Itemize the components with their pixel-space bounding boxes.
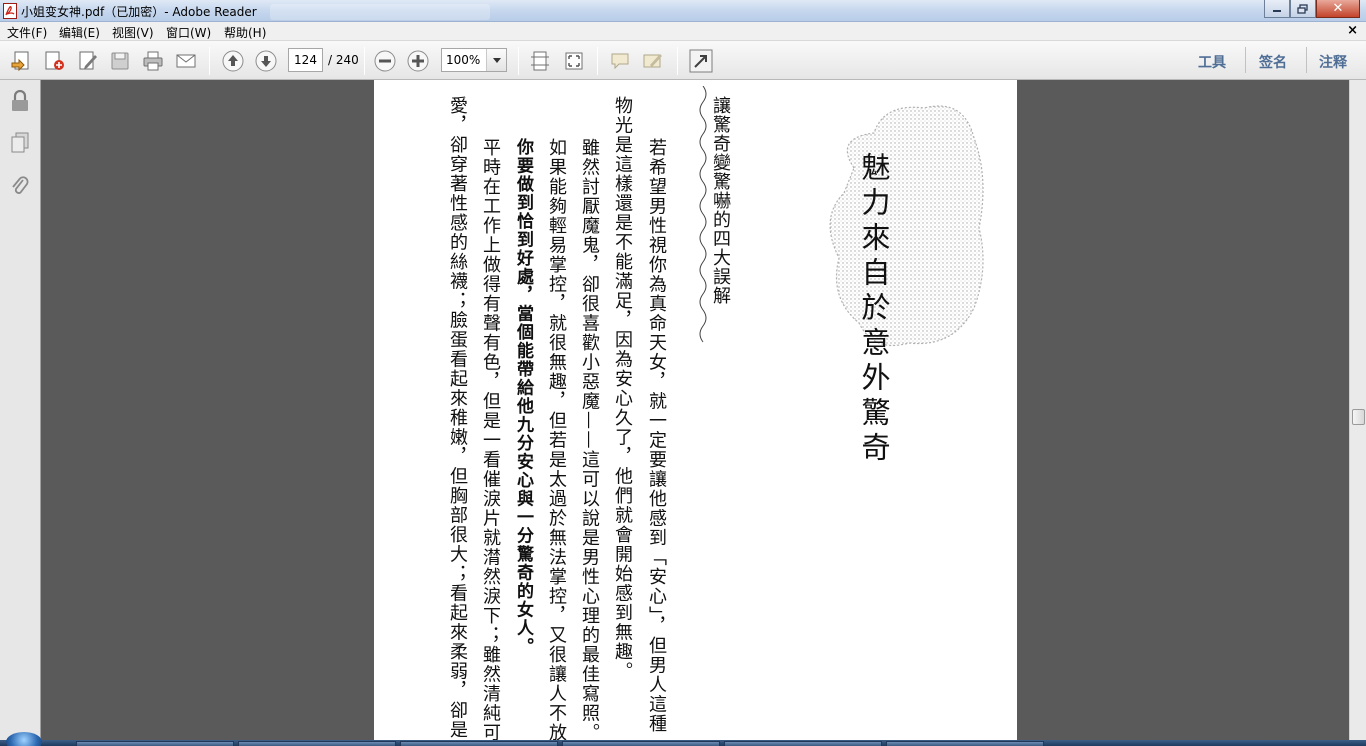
- toolbar-divider: [364, 47, 365, 75]
- edit-pdf-button[interactable]: [76, 49, 100, 73]
- taskbar-item[interactable]: [886, 741, 1044, 746]
- menu-window[interactable]: 窗口(W): [166, 24, 211, 41]
- start-button[interactable]: [6, 732, 42, 746]
- close-window-button[interactable]: ✕: [1316, 0, 1360, 18]
- fit-width-button[interactable]: [562, 49, 586, 73]
- paragraph-line: 雖然討厭魔鬼，卻很喜歡小惡魔——這可以說是男性心理的最佳寫照。: [579, 138, 600, 740]
- sign-tab[interactable]: 签名: [1259, 52, 1287, 72]
- restore-icon: [1297, 3, 1308, 14]
- email-icon: [176, 54, 196, 68]
- menu-help[interactable]: 帮助(H): [224, 24, 266, 41]
- toolbar-divider: [677, 47, 678, 75]
- taskbar-item[interactable]: [724, 741, 882, 746]
- page-number-input[interactable]: 124: [288, 48, 323, 72]
- menu-file[interactable]: 文件(F): [7, 24, 47, 41]
- arrow-down-icon: [255, 50, 277, 72]
- security-button[interactable]: [9, 90, 31, 112]
- comment-tab[interactable]: 注释: [1319, 52, 1347, 72]
- taskbar-item[interactable]: [76, 741, 234, 746]
- minimize-button[interactable]: [1264, 0, 1290, 18]
- fit-page-icon: [531, 51, 549, 71]
- paperclip-icon: [12, 176, 29, 194]
- paragraph-line: 愛，卻穿著性感的絲襪；臉蛋看起來稚嫩，但胸部很大；看起來柔弱，卻是: [447, 96, 468, 740]
- window-title: 小姐变女神.pdf（已加密）- Adobe Reader: [21, 5, 257, 19]
- paragraph-line: 物光是這樣還是不能滿足，因為安心久了，他們就會開始感到無趣。: [612, 96, 633, 681]
- zoom-dropdown-button[interactable]: [486, 49, 506, 71]
- chevron-down-icon: [492, 57, 501, 63]
- zoom-in-button[interactable]: [406, 49, 430, 73]
- fit-page-button[interactable]: [528, 49, 552, 73]
- zoom-value: 100%: [446, 53, 481, 67]
- expand-icon: [689, 49, 713, 73]
- minimize-icon: [1273, 9, 1281, 12]
- vertical-scrollbar[interactable]: [1349, 80, 1366, 740]
- highlight-button[interactable]: [641, 49, 665, 73]
- taskbar-item[interactable]: [400, 741, 558, 746]
- zoom-select[interactable]: 100%: [441, 48, 507, 72]
- open-button[interactable]: [9, 49, 33, 73]
- fit-width-icon: [565, 52, 583, 70]
- create-pdf-icon: [45, 51, 64, 70]
- menu-bar: 文件(F) 编辑(E) 视图(V) 窗口(W) 帮助(H) ×: [0, 22, 1366, 41]
- lace-decoration: [829, 105, 984, 347]
- print-button[interactable]: [141, 49, 165, 73]
- document-view[interactable]: 魅力來自於意外驚奇 讓驚奇變驚嚇的四大誤解 若希望男性視你為真命天女，就一定要讓…: [42, 80, 1349, 740]
- speech-bubble-icon: [611, 53, 629, 70]
- taskbar-item[interactable]: [562, 741, 720, 746]
- menu-edit[interactable]: 编辑(E): [59, 24, 100, 41]
- toolbar-divider: [1245, 47, 1246, 73]
- close-icon: ✕: [1332, 1, 1344, 16]
- save-icon: [111, 52, 129, 70]
- open-file-icon: [11, 51, 29, 72]
- lock-icon: [12, 90, 28, 111]
- scrollbar-thumb[interactable]: [1352, 409, 1365, 425]
- plus-icon: [407, 50, 429, 72]
- previous-page-button[interactable]: [221, 49, 245, 73]
- minus-icon: [374, 50, 396, 72]
- zoom-out-button[interactable]: [373, 49, 397, 73]
- navigation-pane: [0, 80, 41, 740]
- maximize-button[interactable]: [1290, 0, 1316, 18]
- page-total: / 240: [328, 53, 359, 67]
- taskbar: [0, 732, 1366, 746]
- close-document-button[interactable]: ×: [1347, 23, 1358, 38]
- toolbar-divider: [209, 47, 210, 75]
- pdf-page: 魅力來自於意外驚奇 讓驚奇變驚嚇的四大誤解 若希望男性視你為真命天女，就一定要讓…: [374, 80, 1017, 740]
- title-bar: 小姐变女神.pdf（已加密）- Adobe Reader ✕: [0, 0, 1366, 22]
- comment-button[interactable]: [608, 49, 632, 73]
- attachments-button[interactable]: [9, 175, 31, 197]
- window-controls: ✕: [1264, 0, 1360, 18]
- toolbar: 工具 签名 注释: [0, 41, 1366, 80]
- email-button[interactable]: [174, 49, 198, 73]
- tools-tab[interactable]: 工具: [1198, 52, 1226, 72]
- full-screen-button[interactable]: [689, 49, 713, 73]
- edit-pdf-icon: [79, 51, 97, 70]
- highlighter-icon: [643, 54, 662, 68]
- print-icon: [143, 51, 163, 71]
- next-page-button[interactable]: [254, 49, 278, 73]
- save-button[interactable]: [108, 49, 132, 73]
- taskbar-item[interactable]: [238, 741, 396, 746]
- paragraph-line-emphasis: 你要做到恰到好處，當個能帶給他九分安心與一分驚奇的女人。: [513, 138, 533, 656]
- section-subheading: 讓驚奇變驚嚇的四大誤解: [710, 96, 731, 305]
- create-pdf-button[interactable]: [42, 49, 66, 73]
- toolbar-divider: [597, 47, 598, 75]
- toolbar-divider: [1306, 47, 1307, 73]
- pages-icon: [11, 132, 29, 153]
- adobe-reader-icon: [3, 3, 17, 19]
- menu-view[interactable]: 视图(V): [112, 24, 154, 41]
- page-thumbnails-button[interactable]: [9, 132, 31, 154]
- arrow-up-icon: [222, 50, 244, 72]
- chapter-heading: 魅力來自於意外驚奇: [857, 152, 891, 467]
- toolbar-divider: [518, 47, 519, 75]
- ghost-tab: [270, 4, 490, 20]
- paragraph-line: 如果能夠輕易掌控，就很無趣，但若是太過於無法掌控，又很讓人不放心。: [546, 138, 567, 740]
- paragraph-line: 若希望男性視你為真命天女，就一定要讓他感到「安心」，但男人這種: [646, 138, 667, 734]
- paragraph-line: 平時在工作上做得有聲有色，但是一看催淚片就潸然淚下；雖然清純可: [480, 138, 501, 740]
